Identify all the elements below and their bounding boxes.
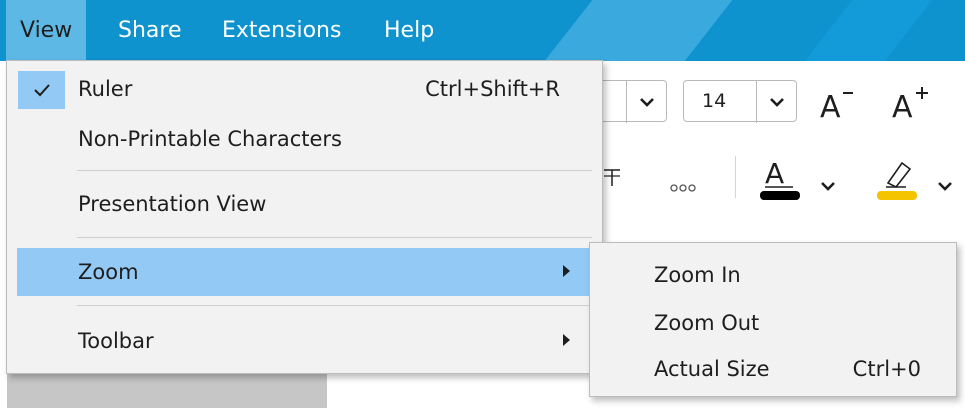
submenu-arrow-icon — [563, 334, 570, 346]
menu-item-presentation-view[interactable]: Presentation View — [7, 177, 602, 233]
menu-item-zoom-out[interactable]: Zoom Out — [590, 295, 956, 343]
menu-item-non-printable-characters[interactable]: Non-Printable Characters — [7, 119, 602, 163]
menu-extensions[interactable]: Extensions — [208, 0, 355, 61]
menubar-decoration — [529, 0, 741, 61]
svg-text:A: A — [892, 90, 913, 123]
menu-item-zoom-in[interactable]: Zoom In — [590, 243, 956, 295]
increase-font-size-icon[interactable]: A — [890, 83, 938, 127]
font-size-value: 14 — [702, 90, 727, 112]
zoom-submenu: Zoom In Zoom Out Actual Size Ctrl+0 — [589, 242, 957, 397]
menubar-decoration — [789, 0, 941, 61]
menu-item-ruler[interactable]: Ruler Ctrl+Shift+R — [7, 61, 602, 119]
font-color-icon[interactable]: A — [759, 153, 803, 205]
menu-item-label: Actual Size — [654, 357, 770, 381]
menu-separator — [77, 170, 592, 171]
chevron-down-icon[interactable] — [820, 176, 836, 195]
menu-separator — [77, 237, 592, 238]
menu-item-label: Toolbar — [78, 329, 154, 353]
highlight-icon[interactable] — [876, 153, 920, 205]
view-menu: Ruler Ctrl+Shift+R Non-Printable Charact… — [6, 60, 603, 374]
menu-item-label: Non-Printable Characters — [78, 127, 342, 151]
menu-help[interactable]: Help — [370, 0, 448, 61]
submenu-arrow-icon — [563, 265, 570, 277]
chevron-down-icon[interactable] — [937, 176, 953, 195]
font-size-dropdown[interactable]: 14 — [683, 80, 797, 123]
more-icon[interactable] — [670, 177, 696, 196]
menu-separator — [77, 305, 592, 306]
menu-bar: View Share Extensions Help — [0, 0, 965, 61]
strikethrough-icon[interactable] — [604, 160, 624, 194]
menu-item-label: Zoom In — [654, 263, 741, 287]
svg-text:A: A — [820, 90, 841, 123]
menu-item-label: Presentation View — [78, 192, 267, 216]
menu-view[interactable]: View — [6, 0, 87, 61]
menu-item-shortcut: Ctrl+0 — [852, 357, 921, 381]
document-background — [7, 371, 327, 408]
decrease-font-size-icon[interactable]: A — [818, 83, 860, 127]
menu-item-zoom[interactable]: Zoom — [7, 248, 602, 296]
check-icon — [18, 71, 65, 109]
chevron-down-icon[interactable] — [626, 81, 666, 123]
menu-item-actual-size[interactable]: Actual Size Ctrl+0 — [590, 343, 956, 395]
toolbar-divider — [735, 156, 736, 198]
menu-share[interactable]: Share — [104, 0, 196, 61]
menu-item-label: Zoom Out — [654, 311, 760, 335]
menu-item-label: Ruler — [78, 77, 133, 101]
svg-text:A: A — [765, 157, 784, 190]
menu-item-shortcut: Ctrl+Shift+R — [425, 77, 560, 101]
chevron-down-icon[interactable] — [756, 81, 796, 123]
menu-item-label: Zoom — [78, 260, 139, 284]
menu-item-toolbar[interactable]: Toolbar — [7, 311, 602, 369]
